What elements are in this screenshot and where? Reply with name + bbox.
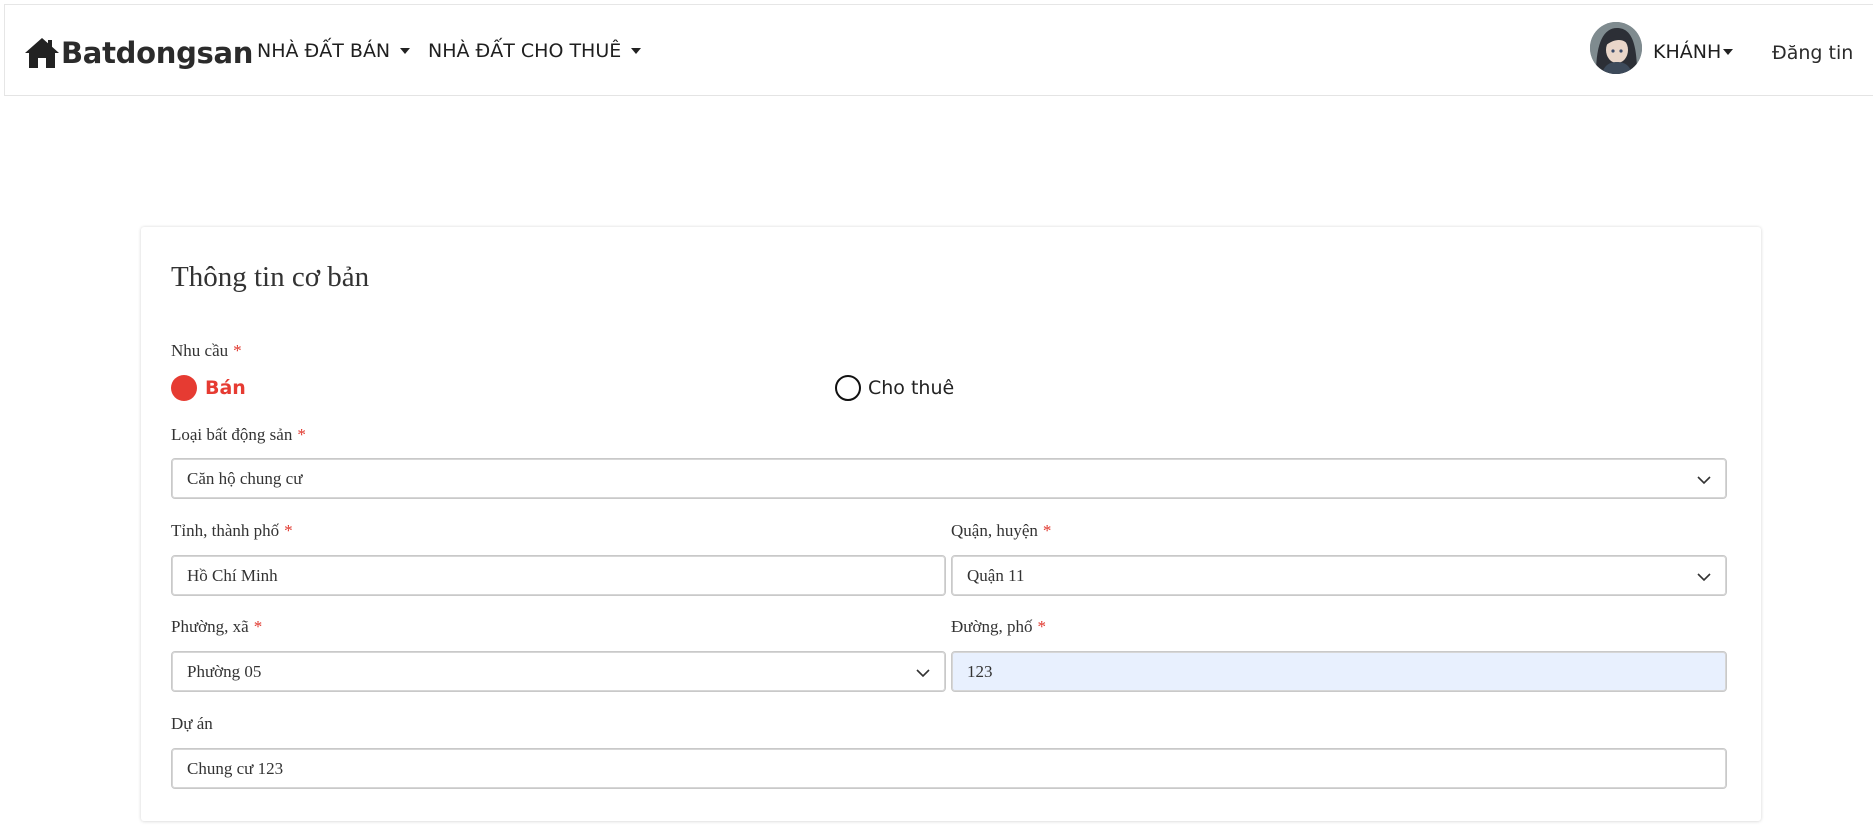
property-type-label-text: Loại bất động sản <box>171 425 293 444</box>
nav-cho-thue-label: NHÀ ĐẤT CHO THUÊ <box>428 40 622 62</box>
project-label-text: Dự án <box>171 714 213 733</box>
street-label-text: Đường, phố <box>951 617 1033 636</box>
nav-ban-label: NHÀ ĐẤT BÁN <box>257 40 391 62</box>
caret-down-icon <box>1723 49 1734 55</box>
top-navbar: Batdongsan NHÀ ĐẤT BÁN NHÀ ĐẤT CHO THUÊ … <box>4 4 1873 96</box>
district-select[interactable]: Quận 11 <box>951 555 1727 596</box>
radio-ban[interactable]: Bán <box>171 375 246 401</box>
project-value: Chung cư 123 <box>187 758 284 778</box>
brand-name: Batdongsan <box>61 36 254 70</box>
district-label-text: Quận, huyện <box>951 521 1038 540</box>
post-listing-link[interactable]: Đăng tin <box>1772 42 1853 64</box>
street-value: 123 <box>967 661 993 681</box>
property-type-select[interactable]: Căn hộ chung cư <box>171 458 1727 499</box>
house-icon <box>24 36 60 70</box>
province-input[interactable]: Hồ Chí Minh <box>171 555 946 596</box>
required-mark: * <box>1042 521 1052 540</box>
nav-ban-dropdown[interactable]: NHÀ ĐẤT BÁN <box>257 40 411 62</box>
street-label: Đường, phố * <box>951 617 1046 637</box>
ward-label-text: Phường, xã <box>171 617 249 636</box>
property-type-label: Loại bất động sản * <box>171 425 306 445</box>
caret-down-icon <box>400 48 411 54</box>
user-name: KHÁNH <box>1653 41 1722 63</box>
radio-cho-thue[interactable]: Cho thuê <box>835 375 954 401</box>
user-menu-dropdown[interactable]: KHÁNH <box>1653 41 1734 63</box>
demand-label: Nhu cầu * <box>171 341 242 361</box>
province-value: Hồ Chí Minh <box>187 565 278 585</box>
chevron-down-icon <box>916 669 930 678</box>
radio-cho-thue-label: Cho thuê <box>868 377 955 399</box>
card-title: Thông tin cơ bản <box>171 261 370 293</box>
radio-unchecked-icon[interactable] <box>835 375 861 401</box>
project-label: Dự án <box>171 714 213 734</box>
project-input[interactable]: Chung cư 123 <box>171 748 1727 789</box>
province-label: Tỉnh, thành phố * <box>171 521 293 541</box>
caret-down-icon <box>631 48 642 54</box>
required-mark: * <box>284 521 293 540</box>
ward-label: Phường, xã * <box>171 617 262 637</box>
street-input[interactable]: 123 <box>951 651 1727 692</box>
province-label-text: Tỉnh, thành phố <box>171 521 280 540</box>
required-mark: * <box>233 341 242 360</box>
basic-info-card: Thông tin cơ bản Nhu cầu * Bán Cho thuê L… <box>141 227 1761 821</box>
required-mark: * <box>253 617 263 636</box>
property-type-value: Căn hộ chung cư <box>187 468 303 488</box>
nav-cho-thue-dropdown[interactable]: NHÀ ĐẤT CHO THUÊ <box>428 40 642 62</box>
radio-checked-icon[interactable] <box>171 375 197 401</box>
chevron-down-icon <box>1697 476 1711 485</box>
required-mark: * <box>1037 617 1046 636</box>
demand-label-text: Nhu cầu <box>171 341 229 360</box>
radio-ban-label: Bán <box>205 377 246 399</box>
chevron-down-icon <box>1697 573 1711 582</box>
avatar[interactable] <box>1590 22 1642 74</box>
district-label: Quận, huyện * <box>951 521 1051 541</box>
district-value: Quận 11 <box>967 565 1025 585</box>
ward-value: Phường 05 <box>187 661 262 681</box>
required-mark: * <box>297 425 306 444</box>
brand-logo[interactable]: Batdongsan <box>24 33 253 73</box>
ward-select[interactable]: Phường 05 <box>171 651 946 692</box>
